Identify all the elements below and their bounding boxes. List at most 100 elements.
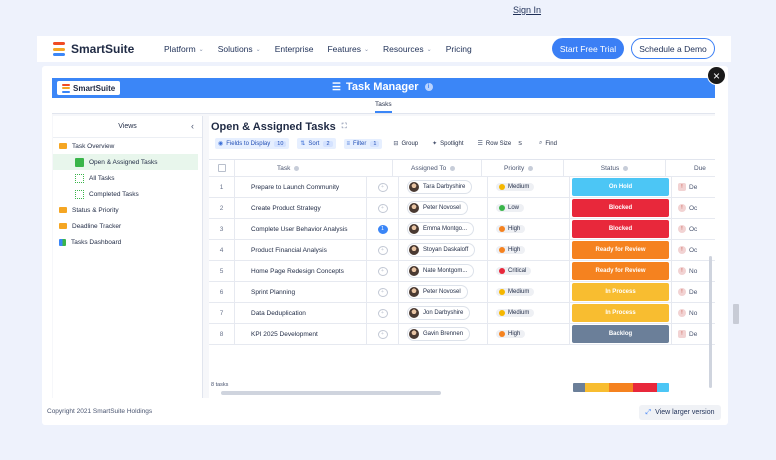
assignee-cell[interactable]: Tara Darbyshire [399,177,488,197]
due-date-cell[interactable]: ! Oc [672,219,715,239]
assignee-cell[interactable]: Stoyan Daskaloff [399,240,488,260]
priority-cell[interactable]: High [488,324,570,344]
brand[interactable]: SmartSuite [53,42,164,56]
comments-cell[interactable]: + [367,324,399,344]
task-name-cell[interactable]: Home Page Redesign Concepts [235,261,367,281]
priority-cell[interactable]: Medium [488,282,570,302]
nav-link-pricing[interactable]: Pricing [446,44,472,54]
horizontal-scrollbar[interactable] [221,391,441,395]
task-name-cell[interactable]: Create Product Strategy [235,198,367,218]
table-row[interactable]: 4 Product Financial Analysis + Stoyan Daska… [209,240,715,261]
nav-link-enterprise[interactable]: Enterprise [275,44,314,54]
assignee-chip[interactable]: Emma Montgo... [407,222,475,236]
sidebar-item-completed-tasks[interactable]: Completed Tasks [53,186,202,202]
column-header-assigned[interactable]: Assigned To [393,160,482,176]
status-cell[interactable]: Blocked [570,198,672,218]
priority-cell[interactable]: Medium [488,303,570,323]
status-badge[interactable]: Backlog [572,325,669,343]
comments-cell[interactable]: + [367,261,399,281]
status-cell[interactable]: In Process [570,303,672,323]
comments-cell[interactable]: 1 [367,219,399,239]
page-scrollbar[interactable] [733,304,739,324]
task-name-cell[interactable]: Sprint Planning [235,282,367,302]
sidebar-item-status-priority[interactable]: Status & Priority [53,202,202,218]
nav-link-resources[interactable]: Resources ⌄ [383,44,432,54]
comments-cell[interactable]: + [367,177,399,197]
priority-badge[interactable]: High [496,330,526,338]
assignee-chip[interactable]: Stoyan Daskaloff [407,243,476,257]
comments-cell[interactable]: + [367,303,399,323]
toolbar-spotlight-button[interactable]: ✦ Spotlight [429,138,466,149]
status-cell[interactable]: In Process [570,282,672,302]
assignee-cell[interactable]: Jon Darbyshire [399,303,488,323]
priority-cell[interactable]: High [488,219,570,239]
status-badge[interactable]: In Process [572,304,669,322]
priority-cell[interactable]: Critical [488,261,570,281]
table-row[interactable]: 6 Sprint Planning + Peter Novosel Medium In P… [209,282,715,303]
assignee-chip[interactable]: Gavin Brennen [407,327,471,341]
status-badge[interactable]: Ready for Review [572,241,669,259]
comment-icon[interactable]: + [377,203,388,213]
column-header-due[interactable]: Due [666,160,709,176]
nav-link-platform[interactable]: Platform ⌄ [164,44,204,54]
view-larger-button[interactable]: ⤢ View larger version [639,405,721,420]
toolbar-group-button[interactable]: ⊟ Group [390,138,421,149]
priority-cell[interactable]: Low [488,198,570,218]
toolbar-filter-button[interactable]: ≡ Filter 1 [343,138,383,149]
table-row[interactable]: 3 Complete User Behavior Analysis 1 Emma Mo… [209,219,715,240]
info-icon[interactable]: i [424,83,433,91]
assignee-chip[interactable]: Tara Darbyshire [407,180,473,194]
comment-icon[interactable]: 1 [377,224,388,234]
status-badge[interactable]: Blocked [572,220,669,238]
status-cell[interactable]: Blocked [570,219,672,239]
priority-cell[interactable]: High [488,240,570,260]
schedule-demo-button[interactable]: Schedule a Demo [631,38,715,59]
status-cell[interactable]: Ready for Review [570,261,672,281]
task-name-cell[interactable]: Complete User Behavior Analysis [235,219,367,239]
status-badge[interactable]: On Hold [572,178,669,196]
assignee-chip[interactable]: Nate Montgom... [407,264,475,278]
assignee-chip[interactable]: Peter Novosel [407,201,468,215]
table-row[interactable]: 7 Data Deduplication + Jon Darbyshire Medium… [209,303,715,324]
priority-badge[interactable]: Critical [496,267,532,275]
sidebar-item-tasks-dashboard[interactable]: Tasks Dashboard [53,234,202,250]
assignee-chip[interactable]: Peter Novosel [407,285,468,299]
task-name-cell[interactable]: Data Deduplication [235,303,367,323]
comment-icon[interactable]: + [377,329,388,339]
priority-badge[interactable]: Medium [496,288,535,296]
nav-link-solutions[interactable]: Solutions ⌄ [218,44,261,54]
task-name-cell[interactable]: Prepare to Launch Community [235,177,367,197]
comments-cell[interactable]: + [367,282,399,302]
toolbar-sort-button[interactable]: ⇅ Sort 2 [297,138,336,149]
due-date-cell[interactable]: ! De [672,177,715,197]
due-date-cell[interactable]: ! Oc [672,198,715,218]
priority-badge[interactable]: High [496,225,526,233]
table-row[interactable]: 8 KPI 2025 Development + Gavin Brennen High B… [209,324,715,345]
start-free-trial-button[interactable]: Start Free Trial [552,38,624,59]
priority-badge[interactable]: Low [496,204,525,212]
close-modal-button[interactable]: × [707,66,726,85]
select-all-checkbox[interactable] [209,160,235,176]
toolbar-row-size-button[interactable]: ☰ Row Size S [475,138,528,149]
sidebar-item-task-overview[interactable]: Task Overview [53,138,202,154]
column-header-status[interactable]: Status [564,160,666,176]
priority-cell[interactable]: Medium [488,177,570,197]
table-row[interactable]: 5 Home Page Redesign Concepts + Nate Montgo… [209,261,715,282]
table-row[interactable]: 2 Create Product Strategy + Peter Novosel Lo… [209,198,715,219]
comment-icon[interactable]: + [377,287,388,297]
sign-in-link[interactable]: Sign In [513,5,541,15]
priority-badge[interactable]: Medium [496,183,535,191]
status-cell[interactable]: Backlog [570,324,672,344]
status-cell[interactable]: On Hold [570,177,672,197]
assignee-cell[interactable]: Peter Novosel [399,282,488,302]
comment-icon[interactable]: + [377,245,388,255]
assignee-cell[interactable]: Emma Montgo... [399,219,488,239]
comment-icon[interactable]: + [377,266,388,276]
task-name-cell[interactable]: Product Financial Analysis [235,240,367,260]
vertical-scrollbar[interactable] [709,256,712,388]
priority-badge[interactable]: High [496,246,526,254]
app-logo[interactable]: SmartSuite [57,81,121,95]
share-icon[interactable]: ⛶ [342,123,347,131]
status-cell[interactable]: Ready for Review [570,240,672,260]
task-name-cell[interactable]: KPI 2025 Development [235,324,367,344]
